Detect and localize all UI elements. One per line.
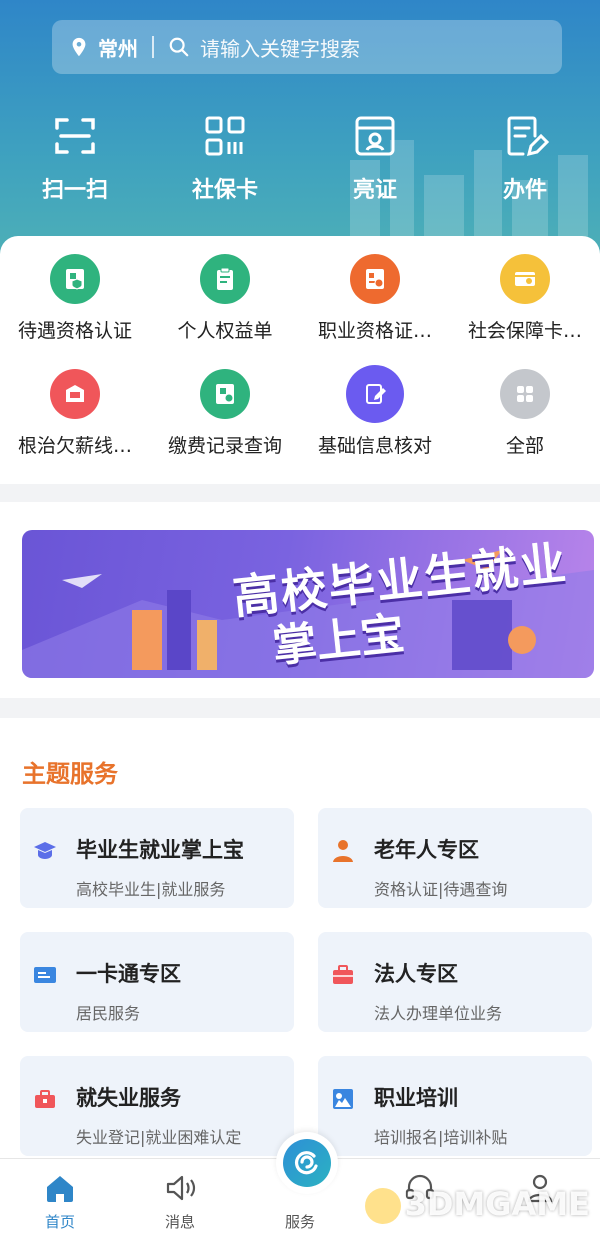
service-professional-cert[interactable]: 职业资格证… (300, 254, 450, 343)
search-divider (152, 36, 154, 58)
theme-card-subtitle: 培训报名|培训补贴 (374, 1128, 508, 1147)
theme-card-one-card[interactable]: 一卡通专区 居民服务 (20, 932, 294, 1032)
id-card-icon (34, 967, 56, 983)
tab-label: 服务 (284, 1213, 315, 1231)
promo-banner[interactable]: 高校毕业生就业 掌上宝 (22, 530, 594, 678)
theme-card-title: 职业培训 (374, 1086, 458, 1110)
search-icon (169, 37, 189, 57)
home-icon (47, 1176, 73, 1202)
theme-card-elderly[interactable]: 老年人专区 资格认证|待遇查询 (318, 808, 592, 908)
service-label: 全部 (505, 435, 544, 457)
theme-card-subtitle: 高校毕业生|就业服务 (76, 880, 226, 899)
service-basic-info-check[interactable]: 基础信息核对 (300, 365, 450, 458)
service-label: 社会保障卡… (467, 320, 582, 342)
banner-subtitle: 掌上宝 (270, 608, 407, 673)
tab-label: 消息 (164, 1213, 195, 1231)
search-input[interactable]: 请输入关键字搜索 (200, 33, 360, 62)
speaker-icon (166, 1175, 196, 1201)
service-logo-icon (283, 1139, 331, 1187)
theme-card-title: 一卡通专区 (76, 962, 181, 986)
watermark: 3DMGAME (364, 1185, 590, 1224)
tab-messages[interactable]: 消息 (120, 1159, 240, 1243)
toolbox-icon (35, 1090, 55, 1108)
service-label: 职业资格证… (317, 320, 432, 342)
theme-card-title: 老年人专区 (374, 838, 479, 862)
theme-card-subtitle: 资格认证|待遇查询 (374, 880, 508, 899)
theme-card-title: 就失业服务 (76, 1086, 181, 1110)
watermark-text: 3DMGAME (404, 1185, 590, 1223)
quick-action-label: 办件 (502, 178, 547, 203)
banner-section: 高校毕业生就业 掌上宝 (0, 502, 600, 698)
tab-home[interactable]: 首页 (0, 1159, 120, 1243)
theme-card-subtitle: 失业登记|就业困难认定 (76, 1128, 242, 1147)
theme-services: 主题服务 毕业生就业掌上宝 高校毕业生|就业服务 老年人专区 资格认证|待遇查询… (0, 718, 600, 1158)
service-label: 待遇资格认证 (17, 320, 132, 342)
location-pin-icon[interactable] (68, 36, 90, 58)
training-icon (333, 1089, 353, 1109)
grid-icon (500, 369, 550, 419)
tab-label: 首页 (44, 1213, 75, 1231)
theme-card-legal-entity[interactable]: 法人专区 法人办理单位业务 (318, 932, 592, 1032)
theme-card-title: 毕业生就业掌上宝 (76, 838, 244, 862)
shield-card-icon (50, 254, 100, 304)
briefcase-icon (333, 965, 353, 984)
service-wage-arrears[interactable]: 根治欠薪线… (0, 369, 150, 458)
watermark-logo-icon (364, 1188, 401, 1224)
quick-action-show-id[interactable]: 亮证 (300, 112, 450, 204)
quick-action-label: 亮证 (352, 178, 397, 203)
quick-action-scan[interactable]: 扫一扫 (0, 112, 150, 204)
qr-card-icon (205, 116, 245, 156)
record-icon (200, 369, 250, 419)
theme-card-vocational-training[interactable]: 职业培训 培训报名|培训补贴 (318, 1056, 592, 1156)
service-grid: 待遇资格认证 个人权益单 职业资格证… 社会保障卡… 根治欠薪线… 缴费记录查询… (0, 254, 600, 458)
service-label: 个人权益单 (177, 320, 273, 342)
graduation-cap-icon (34, 842, 56, 859)
service-social-security-card[interactable]: 社会保障卡… (450, 254, 600, 343)
city-selector[interactable]: 常州 (98, 33, 138, 62)
service-center-button[interactable] (276, 1132, 338, 1194)
id-badge-icon (355, 116, 395, 156)
theme-card-employment-services[interactable]: 就失业服务 失业登记|就业困难认定 (20, 1056, 294, 1156)
service-grid-card: 待遇资格认证 个人权益单 职业资格证… 社会保障卡… 根治欠薪线… 缴费记录查询… (0, 236, 600, 484)
theme-card-subtitle: 居民服务 (76, 1004, 141, 1023)
theme-card-graduate-employment[interactable]: 毕业生就业掌上宝 高校毕业生|就业服务 (20, 808, 294, 908)
edit-icon (346, 365, 404, 423)
certificate-icon (350, 254, 400, 304)
theme-services-title: 主题服务 (22, 760, 118, 788)
quick-action-social-card[interactable]: 社保卡 (150, 112, 300, 204)
elder-icon (333, 840, 353, 862)
quick-action-my-cases[interactable]: 办件 (450, 112, 600, 204)
quick-action-label: 社保卡 (191, 178, 258, 203)
scan-icon (55, 118, 95, 154)
quick-action-label: 扫一扫 (41, 178, 108, 203)
wallet-icon (50, 369, 100, 419)
service-label: 根治欠薪线… (17, 435, 132, 457)
service-personal-rights[interactable]: 个人权益单 (150, 254, 300, 343)
theme-card-title: 法人专区 (374, 962, 458, 986)
theme-card-subtitle: 法人办理单位业务 (374, 1004, 503, 1023)
service-benefit-qualification[interactable]: 待遇资格认证 (0, 254, 150, 343)
service-label: 基础信息核对 (317, 435, 432, 457)
quick-actions: 扫一扫 社保卡 亮证 办件 (0, 112, 600, 204)
service-payment-records[interactable]: 缴费记录查询 (150, 369, 300, 458)
service-all[interactable]: 全部 (450, 369, 600, 458)
search-bar[interactable]: 常州 请输入关键字搜索 (52, 20, 562, 74)
service-label: 缴费记录查询 (167, 435, 282, 457)
edit-document-icon (507, 116, 549, 157)
clipboard-icon (200, 254, 250, 304)
card-icon (500, 254, 550, 304)
